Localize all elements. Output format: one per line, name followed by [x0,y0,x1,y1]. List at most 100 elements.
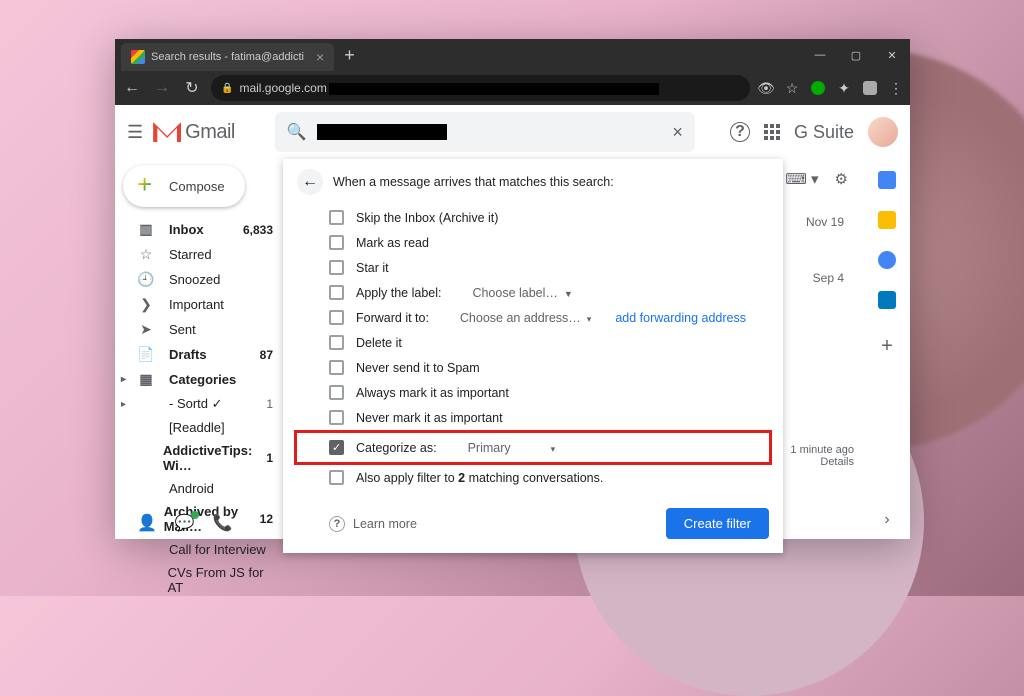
checkbox-icon[interactable] [329,235,344,250]
checkbox-icon[interactable] [329,310,344,325]
filter-option-mark-read[interactable]: Mark as read [297,230,769,255]
create-filter-button[interactable]: Create filter [666,508,769,539]
sidebar-item-sortd[interactable]: ▸- Sortd ✓1 [115,392,283,416]
sidebar-item-sent[interactable]: ➤Sent [115,317,283,342]
sidebar-item-addictivetips-wi[interactable]: AddictiveTips: Wi…1 [115,439,283,477]
url-redacted [329,83,659,95]
minimize-button[interactable]: — [802,39,838,71]
checkbox-icon[interactable] [329,385,344,400]
date-row: Sep 4 [806,265,844,321]
main-area: ⌨ ▾ ⚙ Nov 19 Sep 4 1 minute ago Details … [283,159,864,539]
sidebar-item-categories[interactable]: ▸▦Categories [115,367,283,392]
gmail-m-icon [153,122,181,142]
search-input[interactable]: 🔍 × [275,112,695,152]
filter-option-categorize[interactable]: Categorize as: Primary▾ [297,435,769,460]
dropdown-arrow-icon: ▾ [551,444,556,454]
browser-menu-icon[interactable]: ⋮ [888,80,904,96]
filter-option-skip-inbox[interactable]: Skip the Inbox (Archive it) [297,205,769,230]
sidebar: Compose ▥Inbox6,833☆Starred🕘Snoozed❯Impo… [115,159,283,539]
sidebar-item-inbox[interactable]: ▥Inbox6,833 [115,217,283,242]
sidebar-item-label: Android [169,481,214,496]
filter-option-also-apply[interactable]: Also apply filter to 2 matching conversa… [297,465,769,490]
sidebar-item-drafts[interactable]: 📄Drafts87 [115,342,283,367]
bookmark-star-icon[interactable]: ☆ [784,80,800,96]
learn-more-link[interactable]: ?Learn more [329,516,417,532]
filter-option-forward[interactable]: Forward it to: Choose an address…▾add fo… [297,305,769,330]
checkbox-icon[interactable] [329,410,344,425]
filter-back-button[interactable]: ← [297,169,323,195]
filter-option-star[interactable]: Star it [297,255,769,280]
keep-icon[interactable] [878,211,896,229]
choose-address-dropdown[interactable]: Choose an address…▾ [460,311,591,325]
filter-option-always-important[interactable]: Always mark it as important [297,380,769,405]
browser-tab[interactable]: Search results - fatima@addicti × [121,43,334,71]
sidebar-item-android[interactable]: Android [115,477,283,500]
checkbox-icon[interactable] [329,210,344,225]
hangouts-chat-icon[interactable]: 💬 [175,513,195,533]
sidebar-item-snoozed[interactable]: 🕘Snoozed [115,267,283,292]
new-tab-button[interactable]: + [344,45,355,66]
search-query-redacted [317,124,447,140]
maximize-button[interactable]: ▢ [838,39,874,71]
add-addon-icon[interactable]: + [881,335,893,358]
gmail-logo[interactable]: Gmail [153,121,235,144]
tab-close-icon[interactable]: × [316,49,324,65]
checkbox-checked-icon[interactable] [329,440,344,455]
compose-button[interactable]: Compose [123,165,245,207]
sidebar-item-count: 6,833 [243,223,273,237]
extension-green-icon[interactable] [810,80,826,96]
star-icon: ☆ [137,246,155,263]
sidebar-item-starred[interactable]: ☆Starred [115,242,283,267]
hangouts-contacts-icon[interactable]: 👤 [137,513,157,533]
main-menu-icon[interactable]: ☰ [127,122,143,143]
checkbox-icon[interactable] [329,470,344,485]
compose-plus-icon [135,175,157,197]
sidebar-item-label: CVs From JS for AT [168,565,273,595]
lock-icon: 🔒 [221,83,233,94]
extension-blob-icon[interactable] [862,80,878,96]
gmail-app: ☰ Gmail 🔍 × ? G Suite Compose [115,105,910,539]
help-icon[interactable]: ? [730,122,750,142]
extension-puzzle-icon[interactable]: ✦ [836,80,852,96]
back-button[interactable]: ← [121,79,143,97]
collapse-side-panel-icon[interactable]: › [884,511,889,529]
google-apps-icon[interactable] [764,124,780,140]
hangouts-phone-icon[interactable]: 📞 [213,513,233,533]
sidebar-item-label: Sent [169,322,196,337]
eye-extension-icon[interactable]: 👁 [758,80,774,96]
choose-label-dropdown[interactable]: Choose label…▼ [472,286,572,300]
checkbox-icon[interactable] [329,360,344,375]
clear-search-icon[interactable]: × [672,122,683,143]
filter-option-apply-label[interactable]: Apply the label: Choose label…▼ [297,280,769,305]
filter-option-never-important[interactable]: Never mark it as important [297,405,769,430]
trello-icon[interactable] [878,291,896,309]
add-forwarding-link[interactable]: add forwarding address [615,311,746,325]
tasks-icon[interactable] [878,251,896,269]
important-icon: ❯ [137,296,155,313]
checkbox-icon[interactable] [329,285,344,300]
details-link[interactable]: Details [790,456,854,468]
filter-option-delete[interactable]: Delete it [297,330,769,355]
checkbox-icon[interactable] [329,260,344,275]
search-icon: 🔍 [287,122,307,142]
account-avatar[interactable] [868,117,898,147]
sidebar-item-cvs-from-js-for-at[interactable]: CVs From JS for AT [115,561,283,599]
filter-option-never-spam[interactable]: Never send it to Spam [297,355,769,380]
sidebar-item-important[interactable]: ❯ Important [115,292,283,317]
tab-title: Search results - fatima@addicti [151,51,304,63]
sidebar-item-label: Important [169,297,224,312]
categorize-dropdown[interactable]: Primary▾ [468,441,556,455]
toolbar-input-tools-icon[interactable]: ⌨ ▾ [785,170,818,188]
calendar-icon[interactable] [878,171,896,189]
dropdown-arrow-icon: ▾ [587,314,592,324]
settings-gear-icon[interactable]: ⚙ [835,170,848,188]
forward-button[interactable]: → [151,79,173,97]
checkbox-icon[interactable] [329,335,344,350]
sidebar-item-readdle[interactable]: [Readdle] [115,416,283,439]
url-input[interactable]: 🔒 mail.google.com [211,75,750,101]
last-activity: 1 minute ago [790,444,854,456]
sidebar-item-label: Inbox [169,222,204,237]
sidebar-item-call-for-interview[interactable]: Call for Interview [115,538,283,561]
close-window-button[interactable]: ✕ [874,39,910,71]
reload-button[interactable]: ↻ [181,78,203,98]
